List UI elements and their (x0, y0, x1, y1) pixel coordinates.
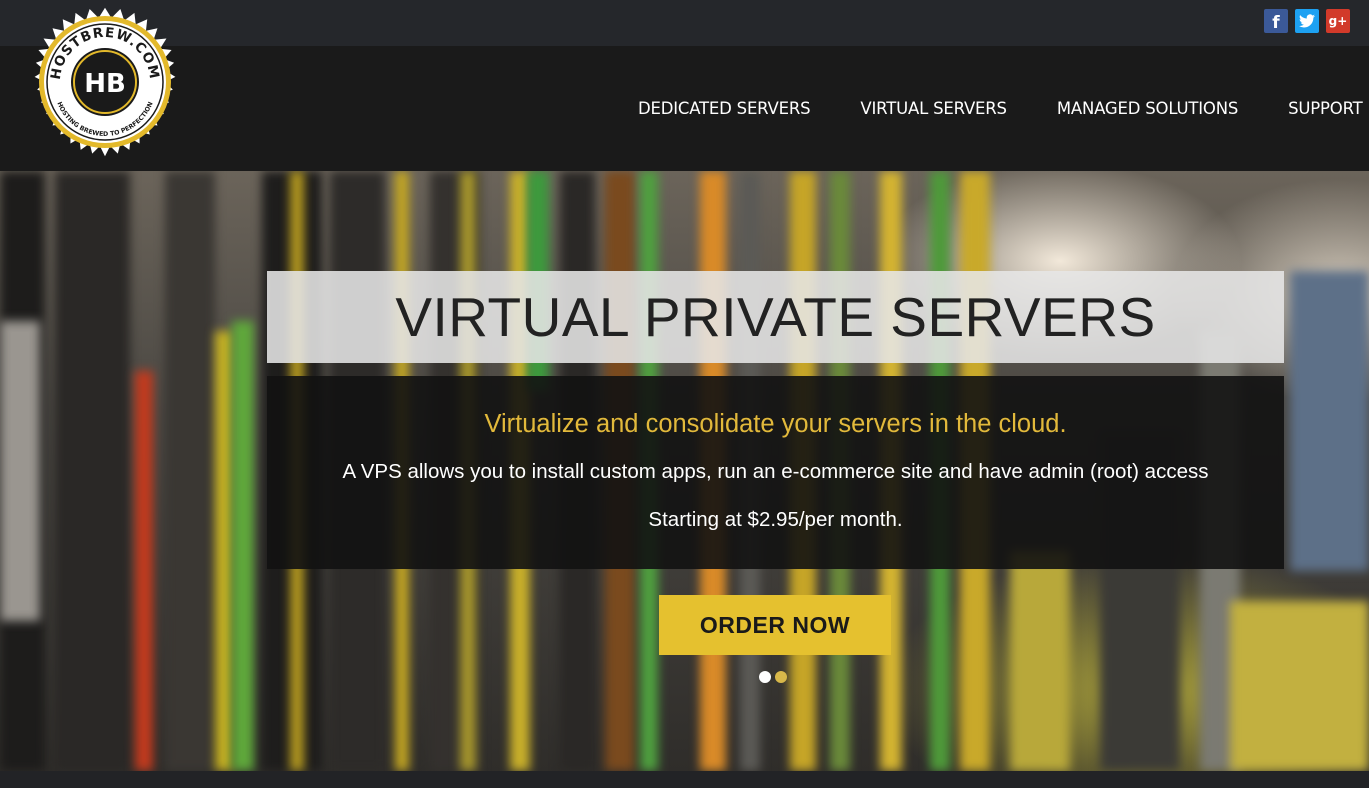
facebook-icon[interactable]: f (1264, 9, 1288, 33)
hero-bg-stripe (0, 321, 40, 621)
twitter-bird-icon (1299, 14, 1315, 28)
hero-title-box: VIRTUAL PRIVATE SERVERS (267, 271, 1284, 363)
hostbrew-logo[interactable]: HOSTBREW.COM HOSTING BREWED TO PERFECTIO… (28, 5, 182, 159)
slider-dot-2[interactable] (775, 671, 787, 683)
social-links: f g+ (1264, 9, 1350, 33)
hero-bg-stripe (1290, 271, 1369, 571)
main-nav: DEDICATED SERVERS VIRTUAL SERVERS MANAGE… (638, 99, 1363, 118)
nav-support[interactable]: SUPPORT (1288, 99, 1363, 118)
logo-arc-bottom-text: HOSTING BREWED TO PERFECTION (55, 101, 154, 138)
nav-dedicated-servers[interactable]: DEDICATED SERVERS (638, 99, 811, 118)
nav-managed-solutions[interactable]: MANAGED SOLUTIONS (1057, 99, 1238, 118)
hero-bg-stripe (1010, 551, 1070, 771)
logo-initials: HB (84, 69, 126, 99)
hero-bg-stripe (215, 331, 233, 771)
google-plus-icon[interactable]: g+ (1326, 9, 1350, 33)
hero-description-box: Virtualize and consolidate your servers … (267, 376, 1284, 569)
hero-bg-stripe (135, 371, 153, 771)
slider-pagination (759, 671, 787, 683)
hero-price: Starting at $2.95/per month. (648, 508, 903, 531)
hero-tagline: Virtualize and consolidate your servers … (484, 410, 1067, 438)
main-navbar: DEDICATED SERVERS VIRTUAL SERVERS MANAGE… (0, 46, 1369, 171)
logo-text-layer: HOSTBREW.COM HOSTING BREWED TO PERFECTIO… (48, 25, 161, 138)
hero-title: VIRTUAL PRIVATE SERVERS (395, 286, 1156, 348)
twitter-icon[interactable] (1295, 9, 1319, 33)
hero-bg-stripe (232, 321, 254, 771)
hero-bg-stripe (1230, 601, 1369, 771)
hero-description: A VPS allows you to install custom apps,… (342, 460, 1209, 483)
top-bar: f g+ (0, 0, 1369, 46)
bottom-bar (0, 771, 1369, 788)
hero-bg-stripe (55, 171, 130, 771)
svg-text:HOSTING BREWED TO PERFECTION: HOSTING BREWED TO PERFECTION (55, 101, 154, 138)
order-now-button[interactable]: ORDER NOW (659, 595, 891, 655)
nav-virtual-servers[interactable]: VIRTUAL SERVERS (860, 99, 1007, 118)
hero-bg-stripe (165, 171, 215, 771)
slider-dot-1[interactable] (759, 671, 771, 683)
